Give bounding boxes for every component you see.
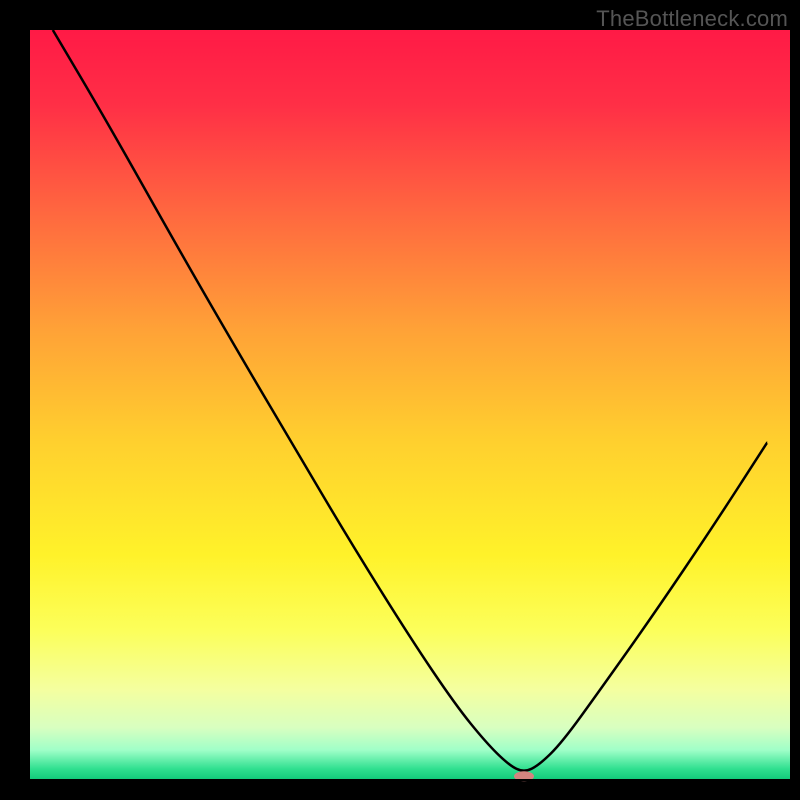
bottleneck-chart: TheBottleneck.com — [0, 0, 800, 800]
watermark-text: TheBottleneck.com — [596, 6, 788, 32]
plot-background — [30, 30, 790, 780]
chart-svg — [0, 0, 800, 800]
